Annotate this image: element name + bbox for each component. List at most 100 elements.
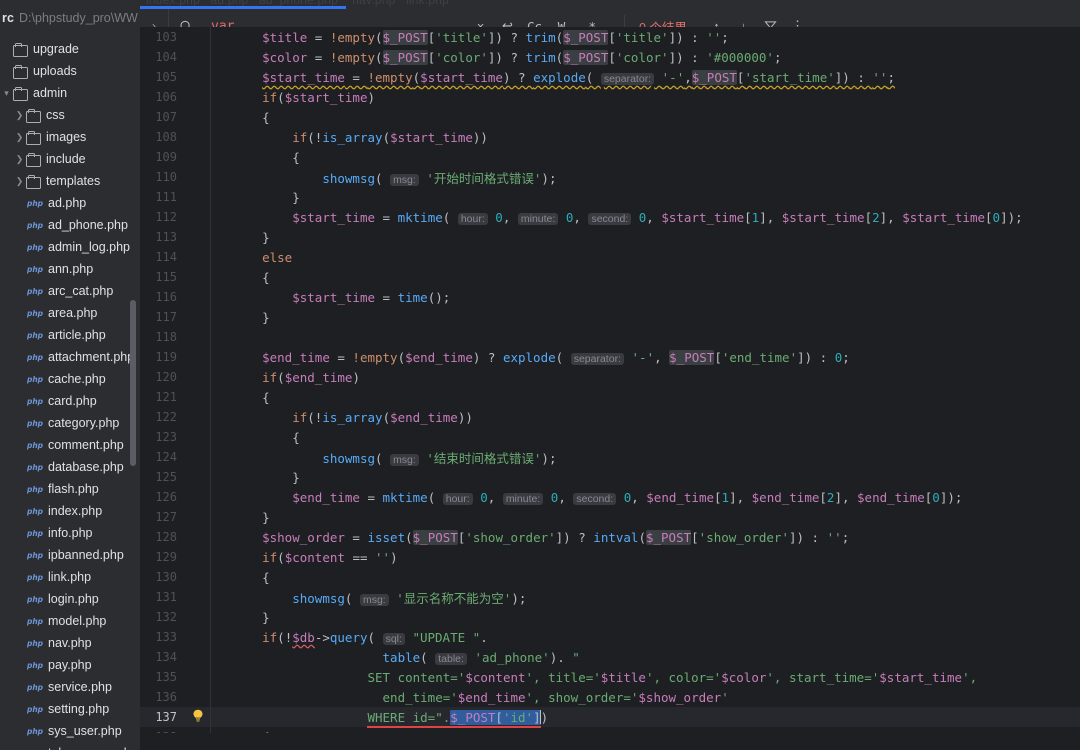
code-line[interactable]: 132 }	[140, 607, 1080, 627]
lightbulb-icon[interactable]	[186, 709, 210, 725]
code-line[interactable]: 135 SET content='$content', title='$titl…	[140, 667, 1080, 687]
sidebar-scrollbar[interactable]	[130, 300, 136, 466]
chevron-right-icon[interactable]: ❯	[13, 154, 26, 165]
tree-file-item[interactable]: php login.php	[0, 588, 140, 610]
code-line[interactable]: 116 $start_time = time();	[140, 287, 1080, 307]
fold-gutter[interactable]	[210, 607, 222, 627]
tree-file-item[interactable]: php card.php	[0, 390, 140, 412]
tree-file-item[interactable]: php ann.php	[0, 258, 140, 280]
fold-gutter[interactable]	[210, 487, 222, 507]
tree-folder-item[interactable]: ❯ css	[0, 104, 140, 126]
code-line[interactable]: 113 }	[140, 227, 1080, 247]
fold-gutter[interactable]	[210, 687, 222, 707]
fold-gutter[interactable]	[210, 67, 222, 87]
code-line[interactable]: 133 if(!$db->query( sql: "UPDATE ".	[140, 627, 1080, 647]
tree-file-item[interactable]: php attachment.php	[0, 346, 140, 368]
chevron-right-icon[interactable]: ❯	[13, 110, 26, 121]
fold-gutter[interactable]	[210, 127, 222, 147]
tree-folder-item[interactable]: ❯ templates	[0, 170, 140, 192]
chevron-down-icon[interactable]: ▾	[0, 88, 13, 99]
code-line[interactable]: 127 }	[140, 507, 1080, 527]
fold-gutter[interactable]	[210, 467, 222, 487]
fold-gutter[interactable]	[210, 47, 222, 67]
tree-file-item[interactable]: php cache.php	[0, 368, 140, 390]
code-line[interactable]: 126 $end_time = mktime( hour: 0, minute:…	[140, 487, 1080, 507]
tree-folder-item[interactable]: ❯ include	[0, 148, 140, 170]
fold-gutter[interactable]	[210, 507, 222, 527]
fold-gutter[interactable]	[210, 267, 222, 287]
chevron-right-icon[interactable]: ❯	[13, 132, 26, 143]
code-line[interactable]: 125 }	[140, 467, 1080, 487]
tree-file-item[interactable]: php info.php	[0, 522, 140, 544]
code-line[interactable]: 104 $color = !empty($_POST['color']) ? t…	[140, 47, 1080, 67]
code-line[interactable]: 107 {	[140, 107, 1080, 127]
tree-folder-item[interactable]: upgrade	[0, 38, 140, 60]
tree-file-item[interactable]: php nav.php	[0, 632, 140, 654]
fold-gutter[interactable]	[210, 287, 222, 307]
fold-gutter[interactable]	[210, 307, 222, 327]
fold-gutter[interactable]	[210, 367, 222, 387]
code-line[interactable]: 103 $title = !empty($_POST['title']) ? t…	[140, 27, 1080, 47]
code-line[interactable]: 136 end_time='$end_time', show_order='$s…	[140, 687, 1080, 707]
code-line[interactable]: 112 $start_time = mktime( hour: 0, minut…	[140, 207, 1080, 227]
tree-file-item[interactable]: php arc_cat.php	[0, 280, 140, 302]
tree-file-item[interactable]: php link.php	[0, 566, 140, 588]
fold-gutter[interactable]	[210, 87, 222, 107]
fold-gutter[interactable]	[210, 207, 222, 227]
code-line[interactable]: 120 if($end_time)	[140, 367, 1080, 387]
tree-file-item[interactable]: php ipbanned.php	[0, 544, 140, 566]
fold-gutter[interactable]	[210, 567, 222, 587]
fold-gutter[interactable]	[210, 107, 222, 127]
fold-gutter[interactable]	[210, 547, 222, 567]
code-line[interactable]: 124 showmsg( msg: '结束时间格式错误');	[140, 447, 1080, 467]
tree-file-item[interactable]: php flash.php	[0, 478, 140, 500]
tree-file-item[interactable]: php sys_user.php	[0, 720, 140, 742]
tree-file-item[interactable]: php ad.php	[0, 192, 140, 214]
code-line[interactable]: 121 {	[140, 387, 1080, 407]
tree-file-item[interactable]: php index.php	[0, 500, 140, 522]
tree-file-item[interactable]: php category.php	[0, 412, 140, 434]
fold-gutter[interactable]	[210, 647, 222, 667]
code-line[interactable]: 134 table( table: 'ad_phone'). "	[140, 647, 1080, 667]
tree-file-item[interactable]: phptpl_manage.php	[0, 742, 140, 750]
fold-gutter[interactable]	[210, 707, 222, 727]
project-header[interactable]: rc D:\phpstudy_pro\WW	[0, 0, 140, 36]
code-line[interactable]: 123 {	[140, 427, 1080, 447]
fold-gutter[interactable]	[210, 587, 222, 607]
fold-gutter[interactable]	[210, 407, 222, 427]
tree-folder-item[interactable]: uploads	[0, 60, 140, 82]
tree-file-item[interactable]: php area.php	[0, 302, 140, 324]
fold-gutter[interactable]	[210, 447, 222, 467]
fold-gutter[interactable]	[210, 227, 222, 247]
code-line[interactable]: 130 {	[140, 567, 1080, 587]
fold-gutter[interactable]	[210, 167, 222, 187]
code-line[interactable]: 119 $end_time = !empty($end_time) ? expl…	[140, 347, 1080, 367]
fold-gutter[interactable]	[210, 667, 222, 687]
code-line[interactable]: 138 {	[140, 727, 1080, 733]
tree-file-item[interactable]: php comment.php	[0, 434, 140, 456]
code-line[interactable]: 109 {	[140, 147, 1080, 167]
fold-gutter[interactable]	[210, 147, 222, 167]
code-line[interactable]: 129 if($content == '')	[140, 547, 1080, 567]
fold-gutter[interactable]	[210, 427, 222, 447]
code-line[interactable]: 115 {	[140, 267, 1080, 287]
tree-file-item[interactable]: php model.php	[0, 610, 140, 632]
tree-file-item[interactable]: php service.php	[0, 676, 140, 698]
tree-folder-item[interactable]: ❯ images	[0, 126, 140, 148]
tree-file-item[interactable]: php setting.php	[0, 698, 140, 720]
fold-gutter[interactable]	[210, 27, 222, 47]
code-editor[interactable]: 103 $title = !empty($_POST['title']) ? t…	[140, 27, 1080, 733]
tree-file-item[interactable]: php database.php	[0, 456, 140, 478]
code-line[interactable]: 110 showmsg( msg: '开始时间格式错误');	[140, 167, 1080, 187]
code-line[interactable]: 122 if(!is_array($end_time))	[140, 407, 1080, 427]
code-line[interactable]: 106 if($start_time)	[140, 87, 1080, 107]
tree-file-item[interactable]: php ad_phone.php	[0, 214, 140, 236]
fold-gutter[interactable]	[210, 327, 222, 347]
code-line[interactable]: 117 }	[140, 307, 1080, 327]
code-line[interactable]: 137 WHERE id=".$_POST['id'])	[140, 707, 1080, 728]
fold-gutter[interactable]	[210, 527, 222, 547]
fold-gutter[interactable]	[210, 347, 222, 367]
fold-gutter[interactable]	[210, 727, 222, 733]
fold-gutter[interactable]	[210, 247, 222, 267]
tree-file-item[interactable]: php pay.php	[0, 654, 140, 676]
